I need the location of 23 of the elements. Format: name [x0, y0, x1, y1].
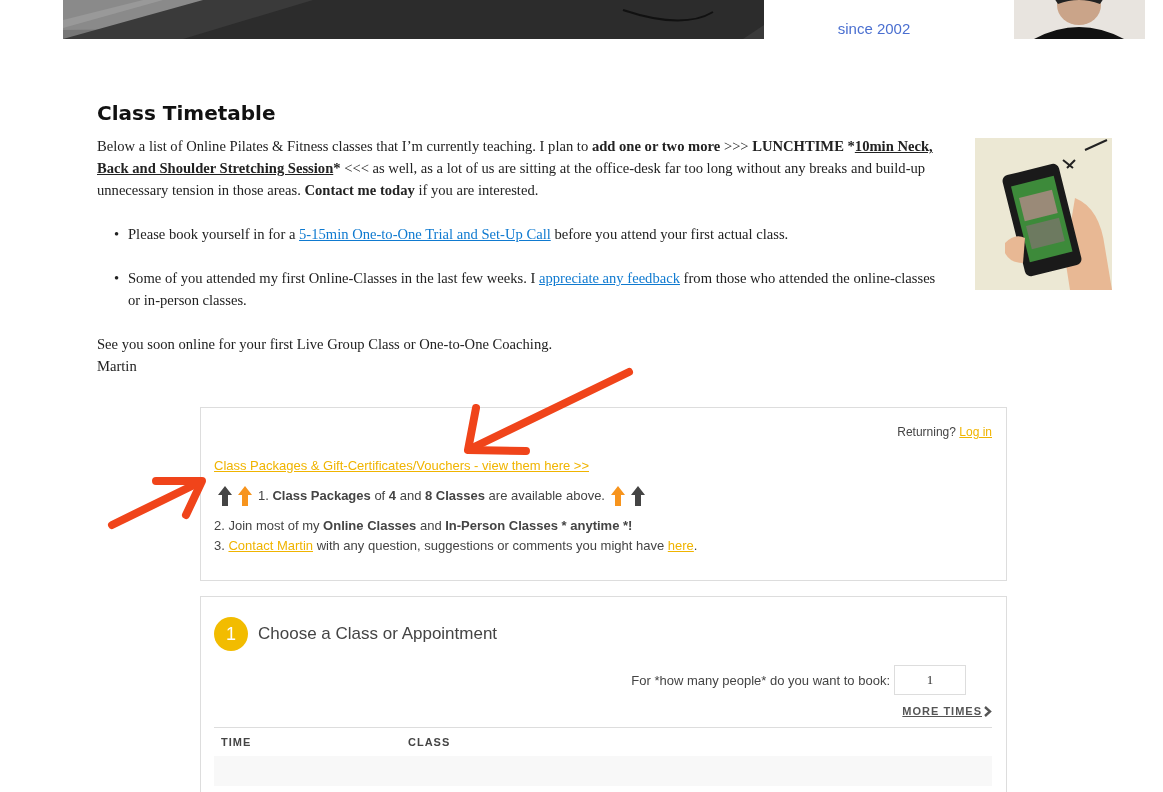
- column-header: CLASS: [408, 736, 451, 748]
- intro-paragraph: Below a list of Online Pilates & Fitness classes that I’m currently teaching. I plan to add one or two more >>> LUNCHTIME *10min Neck, Back and Shoulder Stretching Session* <<< as well, as a lot of us are sitting at the office-desk far too long without any breaks and build-up unnecessary tension in those areas. Contact me today if you are interested.: [97, 137, 934, 200]
- people-input[interactable]: 1: [894, 665, 966, 695]
- text-link[interactable]: 5-15min One-to-One Trial and Set-Up Call: [299, 226, 551, 242]
- more-times-link[interactable]: MORE TIMES: [902, 705, 992, 717]
- info-text: 3. Contact Martin with any question, suggestions or comments you might have here.: [214, 537, 699, 555]
- column-header: TIME: [221, 736, 253, 748]
- closing-text: See you soon online for your first Live Group Class or One-to-One Coaching.: [97, 336, 553, 352]
- people-label: For *how many people* do you want to book:: [631, 672, 890, 688]
- closing-text: Martin: [97, 358, 137, 374]
- since-text: since 2002: [837, 20, 911, 37]
- bullet-marker: •: [114, 269, 120, 288]
- bullet-text: Some of you attended my first Online-Classes in the last few weeks. I appreciate any feedback from those who attended the online-classes or in-person classes.: [128, 270, 936, 308]
- bullet-text: Please book yourself in for a 5-15min One-to-One Trial and Set-Up Call before you attend your first actual class.: [128, 226, 789, 242]
- chevron-icon: [984, 705, 992, 717]
- page-heading: Class Timetable: [97, 101, 277, 125]
- step-title: Choose a Class or Appointment: [258, 624, 498, 644]
- info-text: 2. Join most of my Online Classes and In-Person Classes * anytime *!: [214, 517, 634, 535]
- info-text: 1. Class Packages of 4 and 8 Classes are available above.: [258, 487, 605, 505]
- returning-text: Returning?: [897, 425, 956, 439]
- step-number: 1: [214, 617, 248, 651]
- text-link[interactable]: appreciate any feedback: [539, 270, 680, 286]
- bullet-marker: •: [114, 225, 120, 244]
